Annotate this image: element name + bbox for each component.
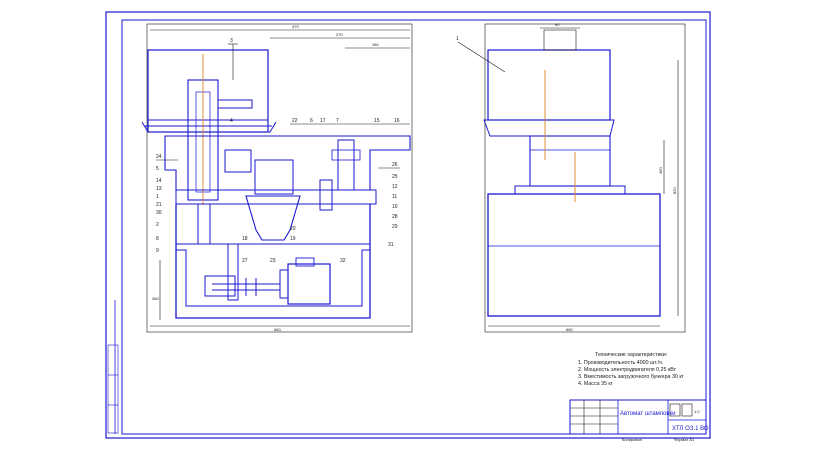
- title-block-cells-2: [681, 403, 693, 417]
- side-column: [529, 135, 611, 187]
- callout-9: 9: [156, 248, 159, 254]
- notes-item-1: 1. Производительность 4000 шт./ч.: [578, 360, 663, 366]
- callout-13: 13: [156, 186, 162, 192]
- callout-27: 27: [242, 258, 248, 264]
- side-top-box: [543, 29, 577, 51]
- callout-32: 32: [340, 258, 346, 264]
- callout-3: 3: [230, 38, 233, 44]
- callout-5: 5: [156, 166, 159, 172]
- base-tray: [176, 243, 370, 307]
- worm-gear-box: [204, 275, 236, 297]
- callout-29: 29: [392, 224, 398, 230]
- drawing-title: Автомат штамповки: [620, 411, 676, 417]
- motor-end-cap: [279, 269, 289, 299]
- notes-heading: Технические характеристики:: [595, 352, 667, 358]
- callout-4: 4: [230, 118, 233, 124]
- callout-22: 22: [292, 118, 298, 124]
- dim-left-height: 360: [152, 296, 159, 301]
- die-funnel: [245, 195, 301, 241]
- callout-31: 31: [388, 242, 394, 248]
- shaft-column: [227, 243, 239, 301]
- side-hopper-flange: [483, 119, 615, 137]
- motor-shaft-coupling: [212, 278, 280, 296]
- side-hopper: [487, 49, 611, 121]
- callout-15: 15: [374, 118, 380, 124]
- title-block: Автомат штамповки 1:2 ХТЛ ОЗ.1 ВО Копиро…: [569, 399, 709, 442]
- callout-23: 23: [270, 258, 276, 264]
- callout-2: 2: [156, 222, 159, 228]
- callout-19: 19: [290, 236, 296, 242]
- callout-12: 12: [392, 184, 398, 190]
- electric-motor: [287, 263, 331, 305]
- callout-18: 18: [242, 236, 248, 242]
- callout-30: 30: [156, 210, 162, 216]
- notes-item-3: 3. Вместимость загрузочного бункера 30 к…: [578, 374, 684, 380]
- callout-14: 14: [156, 178, 162, 184]
- assembly-drawing-sheet: 470 270 180 660 360 3 4 22 6 17 7 15 16 …: [105, 11, 711, 442]
- callout-11: 11: [392, 194, 397, 200]
- callout-20: 20: [290, 226, 296, 232]
- side-leader-1: [457, 41, 506, 73]
- callout-6: 6: [310, 118, 313, 124]
- motor-terminal-box: [295, 257, 315, 267]
- callout-17: 17: [320, 118, 326, 124]
- callout-10: 10: [392, 204, 398, 210]
- side-callout-1: 1: [456, 36, 459, 42]
- format-label: Формат А1: [674, 437, 695, 442]
- callout-26: 26: [392, 162, 398, 168]
- notes-item-2: 2. Мощность электродвигателя 0,25 кВт: [578, 367, 677, 373]
- gear-block-left: [224, 149, 252, 173]
- punch-unit: [337, 139, 355, 191]
- spring-left: [197, 203, 211, 245]
- part-callouts: 3 4 22 6 17 7 15 16 24 5 14 13 1 21 30 2…: [156, 38, 400, 264]
- notes-item-4: 4. Масса 35 кг: [578, 381, 613, 387]
- side-dim-right-b: 460: [658, 167, 663, 174]
- side-view: 60 660 820 460 1: [456, 22, 686, 333]
- callout-21: 21: [156, 202, 162, 208]
- callout-16: 16: [394, 118, 400, 124]
- feed-tube-side-duct: [218, 99, 253, 109]
- hopper-flange: [141, 121, 277, 133]
- side-mount-plate: [514, 185, 626, 195]
- technical-notes: Технические характеристики: 1. Производи…: [578, 352, 684, 387]
- spring-right: [319, 179, 333, 211]
- frame-margin-stamp: [107, 344, 119, 434]
- callout-8: 8: [156, 236, 159, 242]
- side-dim-top: 60: [555, 22, 560, 27]
- callout-25: 25: [392, 174, 398, 180]
- callout-1: 1: [156, 194, 159, 200]
- leader-lines: [156, 43, 410, 169]
- callout-28: 28: [392, 214, 398, 220]
- upper-housing: [164, 135, 411, 191]
- front-view: 470 270 180 660 360 3 4 22 6 17 7 15 16 …: [141, 23, 413, 333]
- side-dim-bottom: 660: [566, 327, 573, 332]
- dim-top-total: 470: [292, 24, 299, 29]
- drawing-code: ХТЛ ОЗ.1 ВО: [672, 426, 709, 432]
- drawing-scale: 1:2: [694, 409, 700, 414]
- side-dim-right-a: 820: [672, 187, 677, 194]
- callout-7: 7: [336, 118, 339, 124]
- side-base-cabinet: [487, 193, 661, 317]
- gear-block-center: [254, 159, 294, 195]
- callout-24: 24: [156, 154, 162, 160]
- punch-head: [331, 149, 361, 161]
- dim-top-right: 180: [372, 42, 379, 47]
- copied-label: Копировал: [622, 437, 643, 442]
- dim-bottom-width: 660: [274, 327, 281, 332]
- dim-top-mid: 270: [336, 32, 343, 37]
- side-view-border: [484, 23, 686, 333]
